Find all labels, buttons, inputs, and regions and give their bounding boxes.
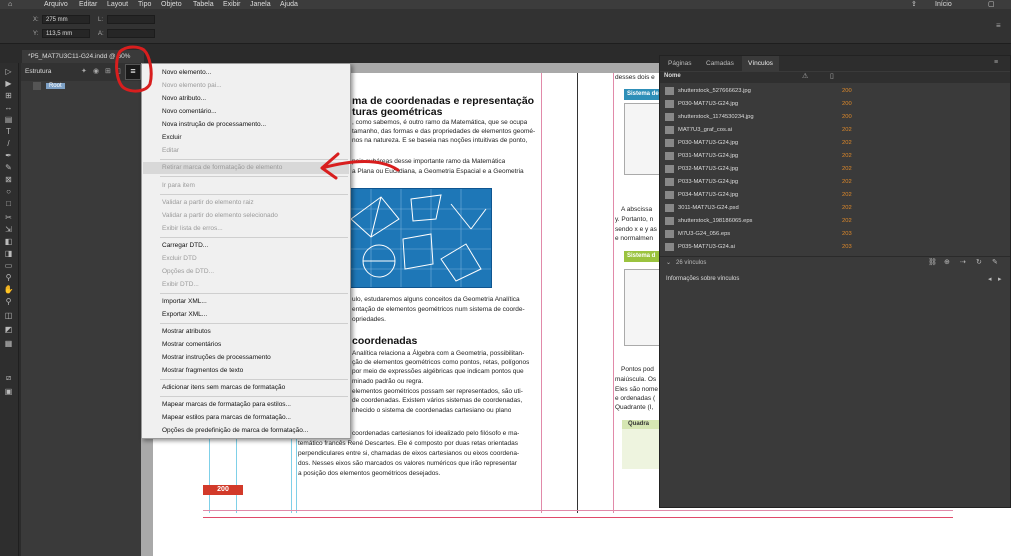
- annotation-circle: [115, 45, 153, 93]
- annotation-arrow: [320, 152, 400, 180]
- annotation-overlay: [115, 45, 400, 180]
